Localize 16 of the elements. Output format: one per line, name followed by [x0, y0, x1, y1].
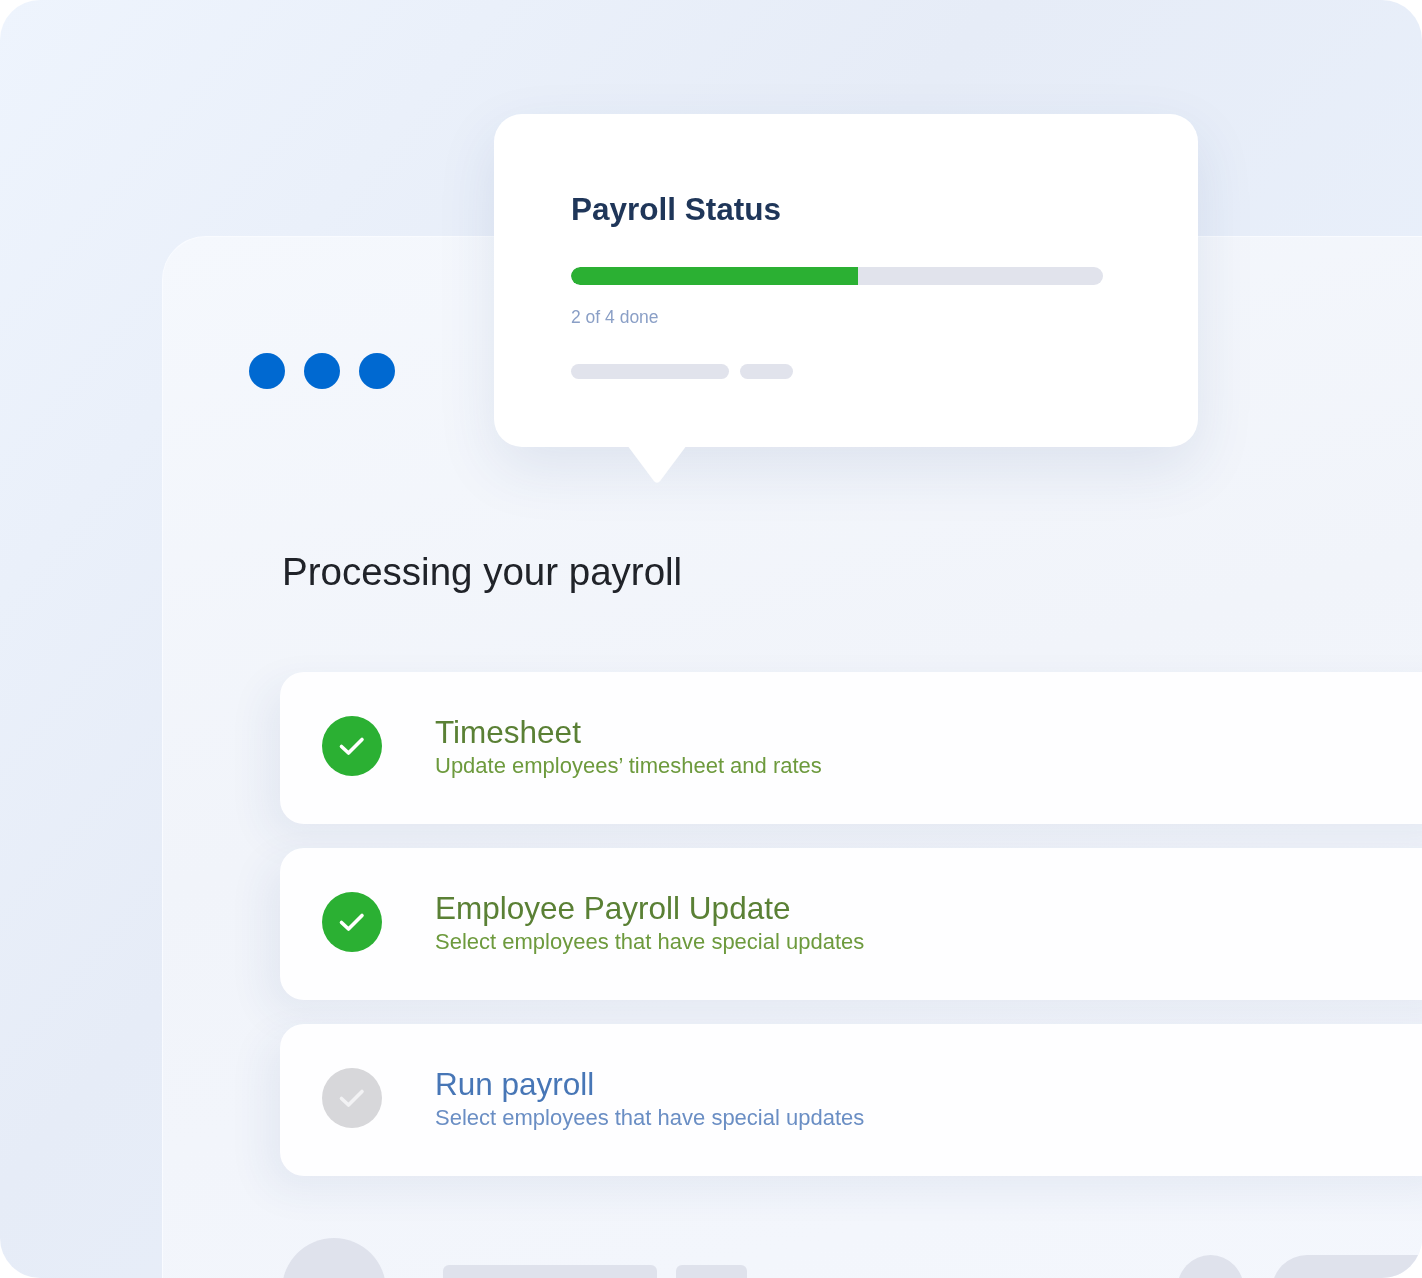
popover-title: Payroll Status	[571, 190, 782, 228]
progress-caption: 2 of 4 done	[571, 307, 659, 328]
step-card[interactable]: Run payroll Select employees that have special updates	[280, 1024, 1422, 1176]
step-card[interactable]: Employee Payroll Update Select employees that have special updates	[280, 848, 1422, 1000]
step-description: Select employees that have special updates	[435, 928, 865, 955]
step-title: Employee Payroll Update	[435, 889, 791, 927]
dot-icon	[359, 353, 395, 389]
step-card[interactable]: Timesheet Update employees’ timesheet and rates	[280, 672, 1422, 824]
section-heading: Processing your payroll	[282, 549, 683, 595]
step-title: Timesheet	[435, 713, 581, 751]
step-description: Update employees’ timesheet and rates	[435, 752, 822, 779]
step-description: Select employees that have special updates	[435, 1104, 865, 1131]
step-title: Run payroll	[435, 1065, 595, 1103]
placeholder-bar	[740, 364, 793, 379]
dot-icon	[249, 353, 285, 389]
dot-icon	[304, 353, 340, 389]
